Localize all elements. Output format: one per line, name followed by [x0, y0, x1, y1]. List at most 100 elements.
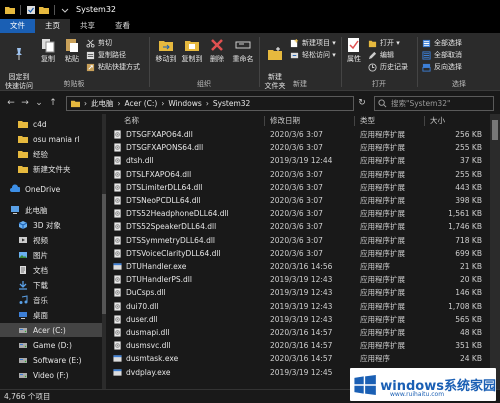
file-row[interactable]: DuCsps.dll 2019/3/19 12:43 应用程序扩展 146 KB: [106, 286, 490, 299]
column-header-type[interactable]: 类型: [360, 114, 422, 128]
open-button[interactable]: 打开 ▾: [368, 38, 400, 48]
exe-icon: [113, 355, 122, 363]
breadcrumb[interactable]: › 此电脑 › Acer (C:) › Windows › System32: [66, 96, 354, 111]
file-row[interactable]: dusmtask.exe 2020/3/16 14:57 应用程序 24 KB: [106, 352, 490, 365]
file-row[interactable]: DTSLFXAPO64.dll 2020/3/6 3:07 应用程序扩展 255 KB: [106, 168, 490, 181]
nav-item-label: 经验: [33, 149, 48, 159]
nav-item[interactable]: 3D 对象: [0, 218, 102, 232]
edit-button[interactable]: 编辑: [368, 50, 394, 60]
file-row[interactable]: DTSNeoPCDLL64.dll 2020/3/6 3:07 应用程序扩展 398 …: [106, 194, 490, 207]
tab-file[interactable]: 文件: [0, 19, 35, 33]
recent-chevron-icon[interactable]: ⌄: [32, 98, 46, 108]
file-row[interactable]: DTS52HeadphoneDLL64.dll 2020/3/6 3:07 应用程序…: [106, 207, 490, 220]
rename-button[interactable]: 重命名: [230, 37, 256, 64]
nav-item[interactable]: 此电脑: [0, 203, 102, 217]
paste-button[interactable]: 粘贴: [62, 37, 82, 64]
document-icon: [20, 266, 26, 274]
tab-share[interactable]: 共享: [70, 19, 105, 33]
new-item-label: 新建项目 ▾: [302, 39, 336, 47]
file-size: 565 KB: [455, 314, 482, 324]
file-name: dusmsvc.dll: [126, 341, 171, 351]
file-row[interactable]: dusmapi.dll 2020/3/16 14:57 应用程序扩展 48 KB: [106, 326, 490, 339]
invert-selection-button[interactable]: 反向选择: [422, 62, 462, 72]
nav-item[interactable]: 音乐: [0, 293, 102, 307]
dll-icon: [114, 143, 121, 152]
new-item-button[interactable]: 新建项目 ▾: [290, 38, 336, 48]
folder-icon[interactable]: [39, 5, 49, 15]
file-size: 1,746 KB: [448, 222, 482, 232]
nav-item[interactable]: c4d: [0, 117, 102, 131]
breadcrumb-this-pc[interactable]: 此电脑: [91, 98, 114, 109]
file-type: 应用程序: [360, 262, 390, 271]
file-row[interactable]: dtsh.dll 2019/3/19 12:44 应用程序扩展 37 KB: [106, 154, 490, 167]
column-header-size[interactable]: 大小: [430, 114, 486, 128]
dll-icon: [114, 249, 121, 258]
nav-item[interactable]: 新建文件夹: [0, 162, 102, 176]
file-row[interactable]: duser.dll 2019/3/19 12:43 应用程序扩展 565 KB: [106, 313, 490, 326]
nav-item-label: 视频: [33, 235, 48, 245]
nav-item[interactable]: 图片: [0, 248, 102, 262]
history-button[interactable]: 历史记录: [368, 62, 408, 72]
file-row[interactable]: dui70.dll 2019/3/19 12:43 应用程序扩展 1,708 KB: [106, 300, 490, 313]
easy-access-button[interactable]: 轻松访问 ▾: [290, 50, 336, 60]
nav-item[interactable]: Software (E:): [0, 353, 102, 367]
file-row[interactable]: DTSGFXAPO64.dll 2020/3/6 3:07 应用程序扩展 256 KB: [106, 128, 490, 141]
dll-icon: [114, 196, 121, 205]
edit-label: 编辑: [380, 51, 394, 59]
nav-item[interactable]: 经验: [0, 147, 102, 161]
copy-path-button[interactable]: 复制路径: [86, 50, 126, 60]
move-to-button[interactable]: 移动到: [154, 37, 178, 64]
up-arrow-icon[interactable]: ↑: [46, 98, 60, 108]
clipboard-group-label: 剪贴板: [63, 80, 85, 88]
forward-arrow-icon[interactable]: →: [18, 98, 32, 108]
column-header-date[interactable]: 修改日期: [270, 114, 354, 128]
column-header-name[interactable]: 名称: [124, 114, 264, 128]
copy-button[interactable]: 复制: [38, 37, 58, 64]
properties-button[interactable]: 属性: [344, 37, 364, 64]
select-none-button[interactable]: 全部取消: [422, 50, 462, 60]
delete-button[interactable]: 删除: [207, 37, 227, 64]
breadcrumb-system32[interactable]: System32: [213, 99, 251, 108]
refresh-icon[interactable]: ↻: [356, 96, 368, 111]
nav-item[interactable]: osu mania rl: [0, 132, 102, 146]
nav-item[interactable]: 视频: [0, 233, 102, 247]
tab-view[interactable]: 查看: [105, 19, 140, 33]
file-row[interactable]: DTSVoiceClarityDLL64.dll 2020/3/6 3:07 应用程…: [106, 247, 490, 260]
nav-item[interactable]: Video (F:): [0, 368, 102, 382]
file-row[interactable]: DTSLimiterDLL64.dll 2020/3/6 3:07 应用程序扩展 44…: [106, 181, 490, 194]
nav-item[interactable]: 桌面: [0, 308, 102, 322]
file-row[interactable]: DTSSymmetryDLL64.dll 2020/3/6 3:07 应用程序扩展 7…: [106, 234, 490, 247]
cut-button[interactable]: 剪切: [86, 38, 112, 48]
file-row[interactable]: dusmsvc.dll 2020/3/16 14:57 应用程序扩展 351 KB: [106, 339, 490, 352]
file-row[interactable]: DTSGFXAPONS64.dll 2020/3/6 3:07 应用程序扩展 255 …: [106, 141, 490, 154]
nav-item[interactable]: Acer (C:): [0, 323, 102, 337]
folder-icon: [5, 6, 15, 14]
file-name: dusmapi.dll: [126, 328, 170, 337]
nav-item[interactable]: Game (D:): [0, 338, 102, 352]
file-date: 2020/3/6 3:07: [270, 209, 323, 219]
file-list-scrollbar[interactable]: [490, 114, 500, 389]
file-row[interactable]: DTS52SpeakerDLL64.dll 2020/3/6 3:07 应用程序扩展…: [106, 220, 490, 233]
file-row[interactable]: DTUHandlerPS.dll 2019/3/19 12:43 应用程序扩展 20 …: [106, 273, 490, 286]
nav-item[interactable]: 文档: [0, 263, 102, 277]
select-all-button[interactable]: 全部选择: [422, 38, 462, 48]
check-icon[interactable]: [26, 5, 36, 15]
item-count: 4,766 个项目: [4, 392, 51, 401]
breadcrumb-drive[interactable]: Acer (C:): [125, 99, 158, 108]
tab-home[interactable]: 主页: [35, 19, 70, 33]
computer-icon: [11, 206, 19, 214]
history-label: 历史记录: [380, 63, 408, 71]
chevron-down-icon[interactable]: [60, 5, 70, 15]
breadcrumb-windows[interactable]: Windows: [168, 99, 201, 108]
back-arrow-icon[interactable]: ←: [4, 98, 18, 108]
search-input[interactable]: 搜索"System32": [374, 96, 494, 111]
file-list-scrollbar-thumb[interactable]: [492, 120, 498, 140]
nav-item[interactable]: OneDrive: [0, 182, 102, 196]
move-to-label: 移动到: [155, 55, 177, 63]
copy-to-button[interactable]: 复制到: [180, 37, 204, 64]
file-row[interactable]: DTUHandler.exe 2020/3/16 14:56 应用程序 21 KB: [106, 260, 490, 273]
nav-item[interactable]: 下载: [0, 278, 102, 292]
divider: [264, 116, 265, 126]
file-type: 应用程序扩展: [360, 169, 405, 179]
paste-shortcut-button[interactable]: 粘贴快捷方式: [86, 62, 140, 72]
